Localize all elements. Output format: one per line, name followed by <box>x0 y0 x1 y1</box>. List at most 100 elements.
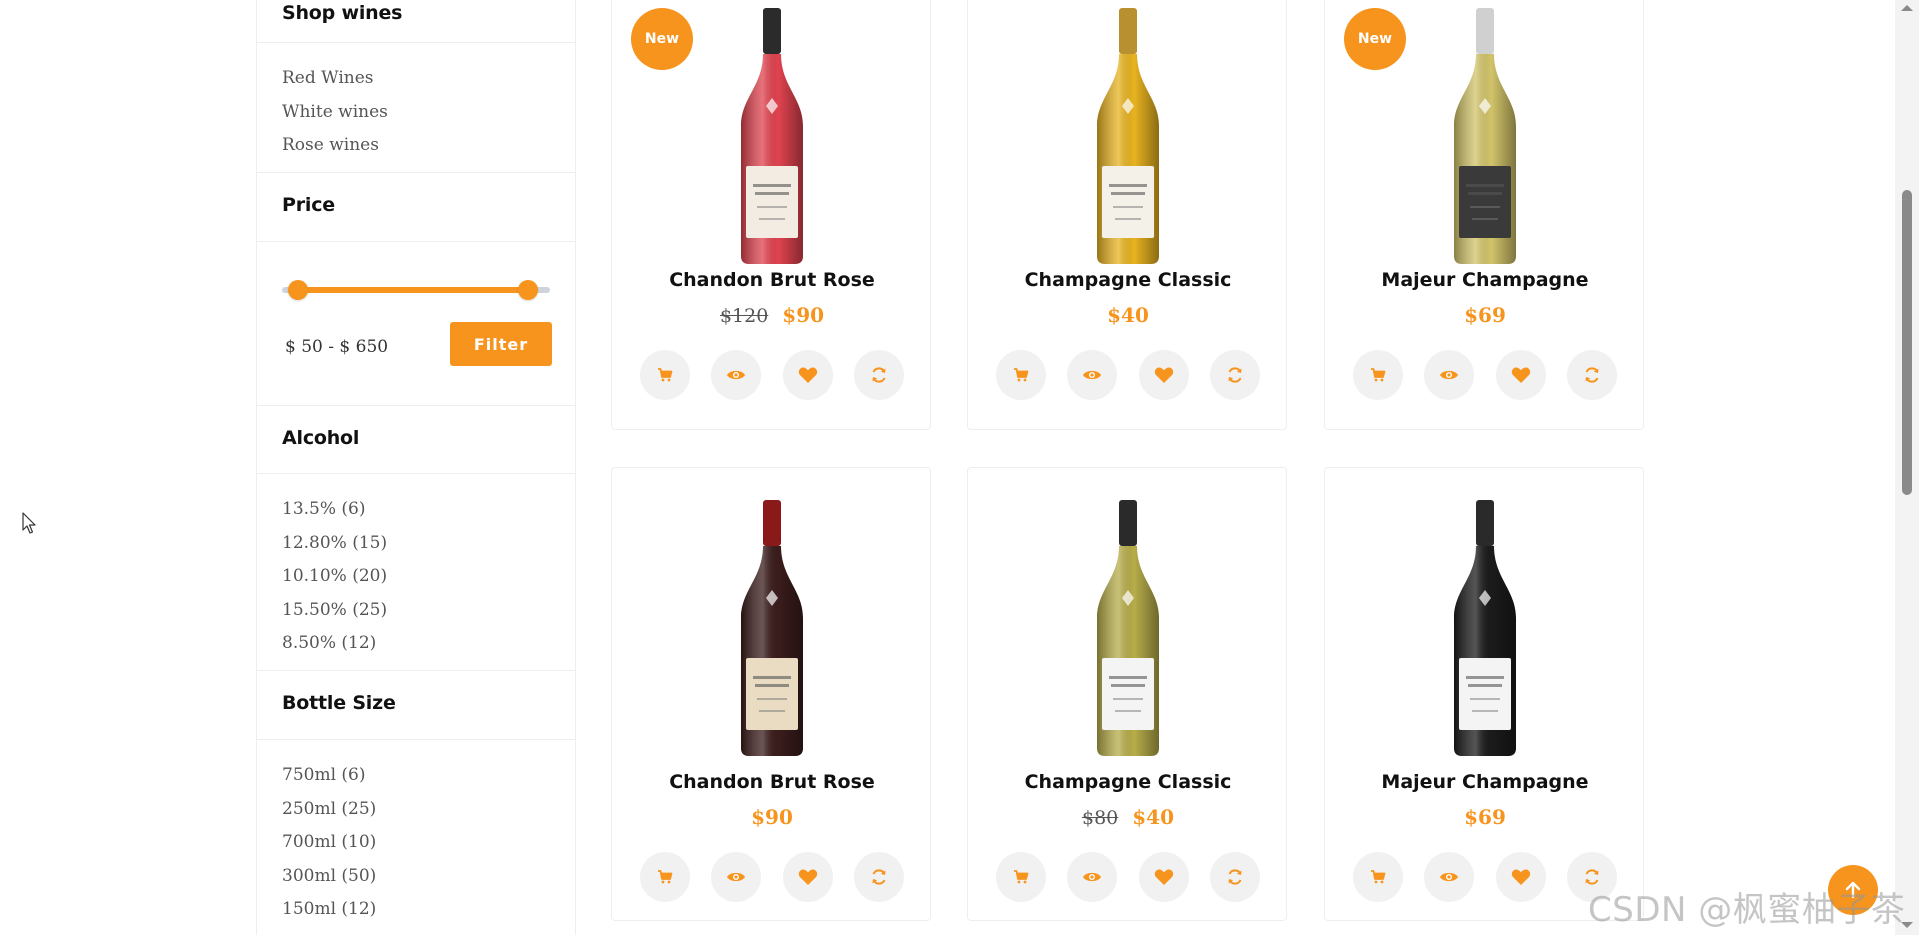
heart-icon <box>1511 868 1531 886</box>
wishlist-button[interactable] <box>1495 852 1546 902</box>
product-actions <box>1353 852 1617 902</box>
price-range-input[interactable] <box>285 335 417 359</box>
quick-view-button[interactable] <box>711 350 762 400</box>
product-name[interactable]: Chandon Brut Rose <box>612 269 932 291</box>
product-name[interactable]: Champagne Classic <box>968 771 1288 793</box>
add-to-cart-button[interactable] <box>640 350 690 400</box>
bottle-size-heading: Bottle Size <box>282 692 396 714</box>
bottle-size-option[interactable]: 150ml (12) <box>282 893 376 927</box>
product-price: $40 <box>968 303 1288 327</box>
compare-button[interactable] <box>853 852 904 902</box>
product-image[interactable] <box>1093 498 1163 765</box>
compare-button[interactable] <box>1209 350 1260 400</box>
quick-view-button[interactable] <box>711 852 762 902</box>
bottle-size-option[interactable]: 700ml (10) <box>282 826 376 860</box>
price-slider-min-handle[interactable] <box>288 280 308 300</box>
product-name[interactable]: Majeur Champagne <box>1325 269 1645 291</box>
product-image[interactable] <box>1093 6 1163 273</box>
old-price: $80 <box>1081 807 1119 829</box>
product-price: $90 <box>612 805 932 829</box>
bottle-size-option[interactable]: 250ml (25) <box>282 793 376 827</box>
heart-icon <box>798 868 818 886</box>
divider <box>257 739 575 740</box>
current-price: $40 <box>1107 303 1149 327</box>
add-to-cart-button[interactable] <box>640 852 690 902</box>
category-rose-wines[interactable]: Rose wines <box>282 129 388 163</box>
scrollbar-thumb[interactable] <box>1902 190 1912 495</box>
add-to-cart-button[interactable] <box>996 852 1046 902</box>
cart-icon <box>657 869 673 885</box>
divider <box>257 42 575 43</box>
current-price: $69 <box>1464 303 1506 327</box>
current-price: $40 <box>1132 805 1174 829</box>
refresh-icon <box>870 868 888 886</box>
alcohol-option[interactable]: 8.50% (12) <box>282 627 387 661</box>
quick-view-button[interactable] <box>1424 350 1475 400</box>
alcohol-option[interactable]: 12.80% (15) <box>282 527 387 561</box>
product-card[interactable]: Champagne Classic $40 <box>967 0 1287 430</box>
product-actions <box>640 350 904 400</box>
page-scrollbar[interactable] <box>1895 0 1919 935</box>
product-image[interactable] <box>1450 498 1520 765</box>
cart-icon <box>1370 367 1386 383</box>
add-to-cart-button[interactable] <box>1353 852 1403 902</box>
product-card[interactable]: Chandon Brut Rose $90 <box>611 467 931 921</box>
product-price: $69 <box>1325 805 1645 829</box>
current-price: $90 <box>782 303 825 327</box>
divider <box>257 241 575 242</box>
divider <box>257 473 575 474</box>
wishlist-button[interactable] <box>1138 350 1189 400</box>
shop-page: Shop wines Red Wines White wines Rose wi… <box>0 0 1919 935</box>
eye-icon <box>1439 368 1459 382</box>
cart-icon <box>1013 869 1029 885</box>
compare-button[interactable] <box>1209 852 1260 902</box>
alcohol-option[interactable]: 10.10% (20) <box>282 560 387 594</box>
old-price: $120 <box>719 305 769 327</box>
divider <box>257 670 575 671</box>
product-price: $69 <box>1325 303 1645 327</box>
product-image[interactable] <box>737 6 807 273</box>
product-name[interactable]: Champagne Classic <box>968 269 1288 291</box>
cart-icon <box>1013 367 1029 383</box>
category-red-wines[interactable]: Red Wines <box>282 62 388 96</box>
product-card[interactable]: New Chandon Brut Rose $120 $90 <box>611 0 931 430</box>
category-white-wines[interactable]: White wines <box>282 96 388 130</box>
filter-button[interactable]: Filter <box>450 322 552 366</box>
bottle-size-option[interactable]: 750ml (6) <box>282 759 376 793</box>
product-actions <box>996 852 1260 902</box>
wishlist-button[interactable] <box>782 350 833 400</box>
shop-wines-heading: Shop wines <box>282 2 403 24</box>
price-slider-max-handle[interactable] <box>518 280 538 300</box>
product-image[interactable] <box>737 498 807 765</box>
cart-icon <box>657 367 673 383</box>
quick-view-button[interactable] <box>1067 852 1118 902</box>
quick-view-button[interactable] <box>1424 852 1475 902</box>
scroll-up-arrow-icon[interactable] <box>1901 5 1913 11</box>
product-name[interactable]: Majeur Champagne <box>1325 771 1645 793</box>
bottle-size-list: 750ml (6) 250ml (25) 700ml (10) 300ml (5… <box>282 759 376 935</box>
refresh-icon <box>1226 868 1244 886</box>
product-card[interactable]: New Majeur Champagne $69 <box>1324 0 1644 430</box>
bottle-size-option[interactable]: 300ml (50) <box>282 860 376 894</box>
quick-view-button[interactable] <box>1067 350 1118 400</box>
product-price: $120 $90 <box>612 303 932 327</box>
compare-button[interactable] <box>853 350 904 400</box>
add-to-cart-button[interactable] <box>1353 350 1403 400</box>
product-price: $80 $40 <box>968 805 1288 829</box>
shop-wines-list: Red Wines White wines Rose wines <box>282 62 388 163</box>
alcohol-option[interactable]: 15.50% (25) <box>282 594 387 628</box>
product-card[interactable]: Champagne Classic $80 $40 <box>967 467 1287 921</box>
add-to-cart-button[interactable] <box>996 350 1046 400</box>
alcohol-option[interactable]: 13.5% (6) <box>282 493 387 527</box>
compare-button[interactable] <box>1566 350 1617 400</box>
product-card[interactable]: Majeur Champagne $69 <box>1324 467 1644 921</box>
wishlist-button[interactable] <box>1138 852 1189 902</box>
bottle-size-option[interactable]: 200ml (10) <box>282 927 376 935</box>
product-image[interactable] <box>1450 6 1520 273</box>
divider <box>257 172 575 173</box>
wishlist-button[interactable] <box>1495 350 1546 400</box>
heart-icon <box>798 366 818 384</box>
wishlist-button[interactable] <box>782 852 833 902</box>
refresh-icon <box>1583 366 1601 384</box>
product-name[interactable]: Chandon Brut Rose <box>612 771 932 793</box>
